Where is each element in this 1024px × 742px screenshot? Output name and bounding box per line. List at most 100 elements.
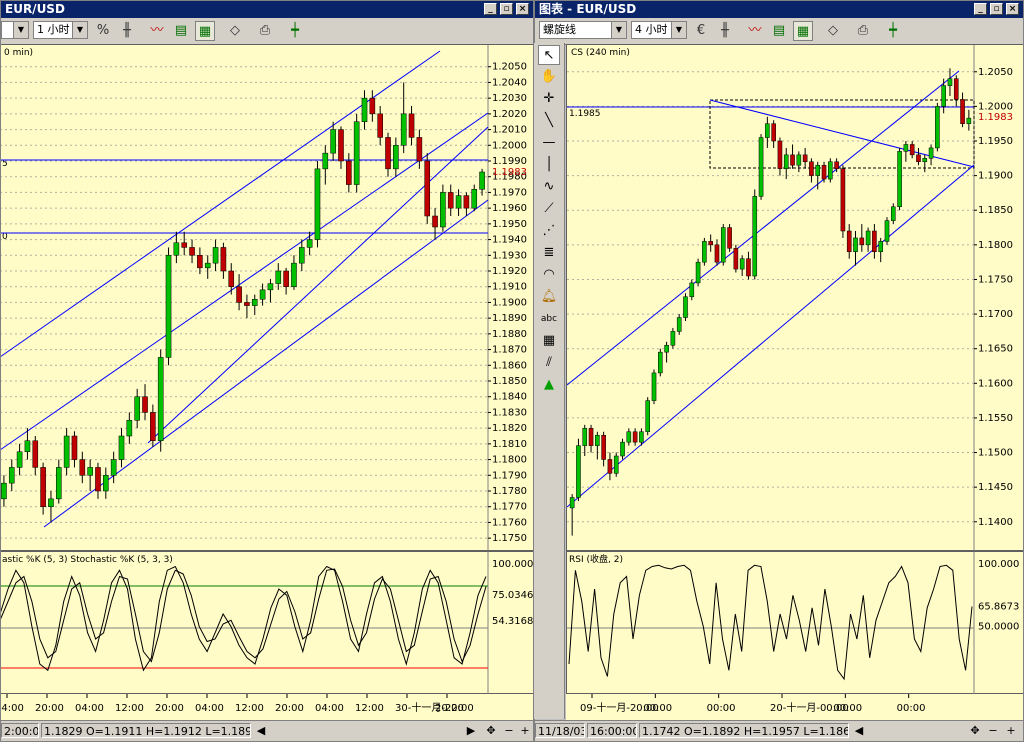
price-tick-label: 1.1860 <box>492 360 527 371</box>
properties-icon[interactable]: ┿ <box>285 21 305 41</box>
print-icon[interactable]: ⎙ <box>255 21 275 41</box>
candle-body <box>463 195 470 209</box>
text-tool-icon[interactable]: abc <box>538 309 560 329</box>
minimize-icon[interactable]: _ <box>974 3 987 15</box>
horizontal-line-icon[interactable]: — <box>538 133 560 153</box>
candle-body <box>809 161 814 176</box>
freehand-icon[interactable]: ∿ <box>538 177 560 197</box>
zoom-out-icon[interactable]: − <box>985 723 1001 738</box>
candle-body <box>447 192 454 209</box>
restore-icon[interactable]: ▫ <box>990 3 1003 15</box>
time-tick-label: 12:00 <box>115 703 144 714</box>
candle-body <box>890 206 896 221</box>
scroll-left-icon[interactable]: ◀ <box>851 723 867 738</box>
scroll-right-icon[interactable]: ▶ <box>463 723 479 738</box>
calculator-icon[interactable]: ▦ <box>538 331 560 351</box>
candle-body <box>651 372 657 401</box>
currency-icon[interactable]: € <box>691 21 711 41</box>
drawing-tool-value: 螺旋线 <box>543 23 576 36</box>
zoom-in-icon[interactable]: + <box>517 723 533 738</box>
fan-lines-icon[interactable]: ⟋ <box>538 199 560 219</box>
template-icon[interactable]: ▤ <box>171 21 191 41</box>
gann-fan-icon[interactable]: ⋰ <box>538 221 560 241</box>
eraser-icon[interactable]: ◇ <box>225 21 245 41</box>
price-tick-label: 1.1950 <box>492 219 527 230</box>
osc-tick-label: 65.8673 <box>978 602 1019 613</box>
zoom-out-icon[interactable]: − <box>501 723 517 738</box>
right-price-chart[interactable]: CS (240 min) 1.1985 1.2050 1.2000 1.1950 1.… <box>566 44 1023 552</box>
line-study-icon[interactable]: 〰 <box>147 21 167 41</box>
candle-body <box>960 99 965 124</box>
restore-icon[interactable]: ▫ <box>500 3 513 15</box>
parallel-lines-icon[interactable]: ⫽ <box>538 353 560 373</box>
candle-body <box>197 255 203 269</box>
candle-body <box>471 189 478 209</box>
candle-body <box>150 412 156 441</box>
zoom-in-icon[interactable]: + <box>1003 723 1019 738</box>
pan-icon[interactable]: ✥ <box>967 723 983 738</box>
price-tick-label: 1.1920 <box>492 266 527 277</box>
candle-body <box>714 244 720 263</box>
candle-body <box>393 145 399 170</box>
right-osc-svg: RSI (收盘, 2) 100.000 65.8673 50.0000 <box>567 552 1019 695</box>
close-icon[interactable]: × <box>516 3 529 15</box>
candle-body <box>165 255 172 358</box>
price-tick-label: 1.1750 <box>978 274 1013 285</box>
template-icon[interactable]: ▤ <box>769 21 789 41</box>
properties-icon[interactable]: ┿ <box>883 21 903 41</box>
candle-body <box>928 147 934 159</box>
price-tick-label: 1.1990 <box>492 156 527 167</box>
left-status-time: 2:00:00 <box>1 723 39 738</box>
close-icon[interactable]: × <box>1006 3 1019 15</box>
candle-body <box>134 396 140 421</box>
eraser-icon[interactable]: ◇ <box>823 21 843 41</box>
candle-body <box>859 237 865 246</box>
right-oscillator-chart[interactable]: RSI (收盘, 2) 100.000 65.8673 50.0000 <box>566 551 1023 695</box>
chart-type-icon[interactable]: ╫ <box>715 21 735 41</box>
fibonacci-icon[interactable]: ≣ <box>538 243 560 263</box>
trendline-icon[interactable]: ╲ <box>538 111 560 131</box>
arc-icon[interactable]: ◠ <box>538 265 560 285</box>
left-timeframe-select[interactable]: 1 小时 ▼ <box>33 21 88 39</box>
candle-body <box>400 113 407 146</box>
left-price-ticks: 1.2050 1.2040 1.2030 1.2020 1.2010 1.2000 1.19… <box>488 62 527 544</box>
price-tick-label: 1.1650 <box>978 344 1013 355</box>
left-symbol-select[interactable]: ▼ <box>1 21 29 39</box>
candle-body <box>708 241 713 246</box>
drawing-tool-select[interactable]: 螺旋线 ▼ <box>539 21 627 39</box>
left-price-chart[interactable]: 0 min) 5 0 1.2050 1.2040 1.2030 1.2020 1.201… <box>1 44 533 552</box>
pan-icon[interactable]: ✥ <box>483 723 499 738</box>
grid-toggle-icon[interactable]: ▦ <box>793 21 813 41</box>
grid-toggle-icon[interactable]: ▦ <box>195 21 215 41</box>
alert-bell-icon[interactable]: 🔔︎ <box>538 287 560 307</box>
left-channel-middle <box>1 112 489 450</box>
price-tick-label: 1.1870 <box>492 345 527 356</box>
minimize-icon[interactable]: _ <box>484 3 497 15</box>
cursor-icon[interactable]: ↖ <box>538 45 560 65</box>
scroll-left-icon[interactable]: ◀ <box>253 723 269 738</box>
candle-body <box>32 440 39 468</box>
vertical-line-icon[interactable]: │ <box>538 155 560 175</box>
right-timeframe-select[interactable]: 4 小时 ▼ <box>631 21 687 39</box>
price-tick-label: 1.1800 <box>492 455 527 466</box>
right-hline-label: 1.1985 <box>569 109 601 119</box>
candle-body <box>802 154 808 163</box>
hand-icon[interactable]: ✋ <box>538 67 560 87</box>
candle-body <box>40 467 46 507</box>
crosshair-icon[interactable]: ✛ <box>538 89 560 109</box>
candle-body <box>683 296 688 318</box>
chart-type-icon[interactable]: ╫ <box>117 21 137 41</box>
candle-body <box>916 154 921 163</box>
right-chart-label: CS (240 min) <box>571 48 630 58</box>
arrow-up-icon[interactable]: ▲ <box>538 375 560 395</box>
price-tick-label: 1.1800 <box>978 240 1013 251</box>
time-tick-label: 20:00 <box>155 703 184 714</box>
left-oscillator-chart[interactable]: astic %K (5, 3) Stochastic %K (5, 3, 3) … <box>1 551 533 695</box>
print-icon[interactable]: ⎙ <box>853 21 873 41</box>
candle-body <box>676 317 682 332</box>
line-study-icon[interactable]: 〰 <box>745 21 765 41</box>
currency-icon[interactable]: % <box>93 21 113 41</box>
candle-body <box>783 154 789 169</box>
right-status-date: 11/18/03 <box>535 723 585 738</box>
candle-body <box>432 215 438 228</box>
